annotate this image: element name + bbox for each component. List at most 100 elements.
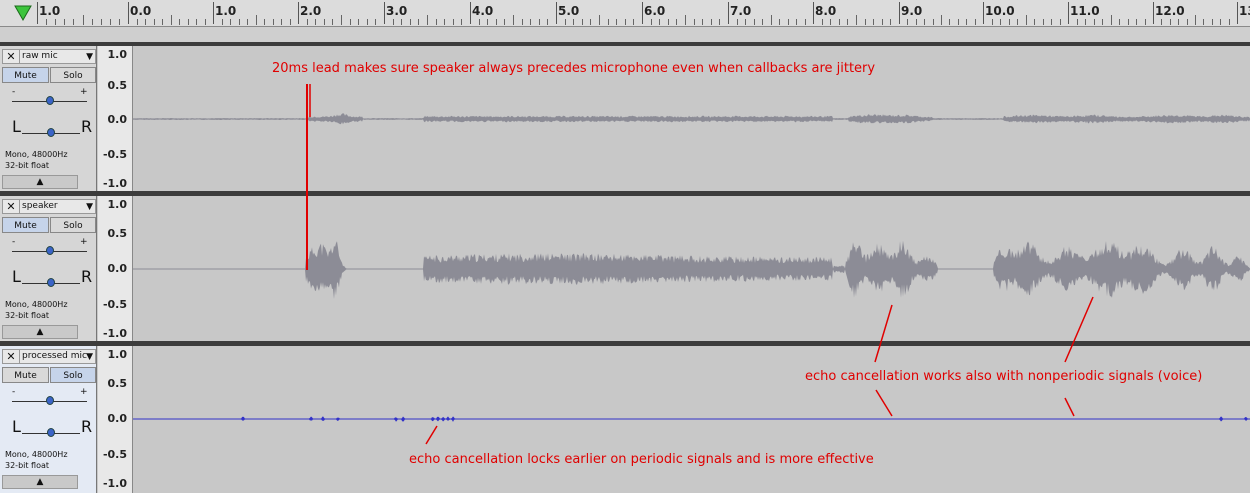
ruler-minor-tick: [659, 19, 660, 25]
ruler-minor-tick: [230, 19, 231, 25]
chevron-down-icon[interactable]: ▼: [86, 202, 93, 212]
ruler-minor-tick: [290, 19, 291, 25]
ruler-minor-tick: [573, 19, 574, 25]
ruler-minor-tick: [264, 19, 265, 25]
ruler-minor-tick: [247, 19, 248, 25]
solo-button[interactable]: Solo: [50, 67, 96, 83]
solo-button[interactable]: Solo: [50, 367, 96, 383]
ruler-minor-tick: [685, 15, 686, 25]
pan-right-label: R: [81, 117, 93, 136]
ruler-minor-tick: [924, 19, 925, 25]
slider-thumb[interactable]: [47, 128, 55, 137]
annotation-voice: echo cancellation works also with nonper…: [805, 369, 1203, 384]
pan-slider[interactable]: [22, 276, 80, 290]
ruler-minor-tick: [324, 19, 325, 25]
chevron-down-icon[interactable]: ▼: [86, 52, 93, 62]
ruler-minor-tick: [73, 19, 74, 25]
gain-slider[interactable]: [12, 94, 87, 108]
ruler-minor-tick: [873, 19, 874, 25]
ruler-minor-tick: [307, 19, 308, 25]
track-info: Mono, 48000Hz 32-bit float: [5, 299, 68, 321]
scale-label: 0.0: [107, 113, 128, 126]
ruler-minor-tick: [1000, 19, 1001, 25]
ruler-minor-tick: [281, 19, 282, 25]
ruler-major-tick: [1068, 2, 1069, 24]
collapse-button[interactable]: ▲: [2, 475, 78, 489]
ruler-minor-tick: [222, 19, 223, 25]
ruler-minor-tick: [1170, 19, 1171, 25]
slider-thumb[interactable]: [47, 278, 55, 287]
ruler-minor-tick: [711, 19, 712, 25]
ruler-minor-tick: [1017, 19, 1018, 25]
annotation-periodic: echo cancellation locks earlier on perio…: [409, 452, 874, 467]
ruler-minor-tick: [1187, 19, 1188, 25]
ruler-tick-label: 1.0: [39, 4, 61, 18]
slider-thumb[interactable]: [46, 396, 54, 405]
ruler-minor-tick: [110, 19, 111, 25]
scale-label: 1.0: [107, 198, 128, 211]
slider-thumb[interactable]: [46, 246, 54, 255]
ruler-minor-tick: [694, 19, 695, 25]
ruler-minor-tick: [154, 19, 155, 25]
track-format: Mono, 48000Hz: [5, 150, 68, 159]
chevron-down-icon[interactable]: ▼: [86, 352, 93, 362]
collapse-button[interactable]: ▲: [2, 325, 78, 339]
ruler-minor-tick: [737, 19, 738, 25]
ruler-tick-label: 11.0: [1070, 4, 1100, 18]
ruler-minor-tick: [933, 19, 934, 25]
ruler-minor-tick: [958, 19, 959, 25]
ruler-minor-tick: [487, 19, 488, 25]
timeline-ruler[interactable]: 1.0 0.0 1.0 2.0 3.0 4.0 5.0 6.0 7.0 8.0 9.0 10.0 11.…: [0, 0, 1250, 27]
track-name-menu[interactable]: processed mic: [22, 351, 87, 361]
ruler-minor-tick: [941, 15, 942, 25]
ruler-ticks: 1.0 0.0 1.0 2.0 3.0 4.0 5.0 6.0 7.0 8.0 9.0 10.0 11.…: [0, 0, 1250, 26]
ruler-major-tick: [213, 2, 214, 24]
ruler-minor-tick: [119, 19, 120, 25]
slider-thumb[interactable]: [46, 96, 54, 105]
gain-slider[interactable]: [12, 394, 87, 408]
close-icon[interactable]: ✕: [3, 200, 20, 213]
ruler-minor-tick: [256, 15, 257, 25]
gain-slider[interactable]: [12, 244, 87, 258]
solo-button[interactable]: Solo: [50, 217, 96, 233]
ruler-minor-tick: [668, 19, 669, 25]
ruler-minor-tick: [882, 19, 883, 25]
ruler-minor-tick: [582, 19, 583, 25]
pan-slider[interactable]: [22, 426, 80, 440]
scale-label: -0.5: [102, 298, 127, 311]
ruler-minor-tick: [341, 15, 342, 25]
ruler-minor-tick: [1119, 19, 1120, 25]
ruler-major-tick: [728, 2, 729, 24]
slider-thumb[interactable]: [47, 428, 55, 437]
ruler-minor-tick: [719, 19, 720, 25]
ruler-major-tick: [983, 2, 984, 24]
track-name-menu[interactable]: raw mic: [22, 51, 58, 61]
ruler-minor-tick: [702, 19, 703, 25]
ruler-minor-tick: [1051, 19, 1052, 25]
ruler-minor-tick: [522, 19, 523, 25]
ruler-minor-tick: [453, 19, 454, 25]
mute-button[interactable]: Mute: [2, 67, 49, 83]
collapse-up-arrow-icon: ▲: [36, 327, 44, 337]
ruler-major-tick: [556, 2, 557, 24]
collapse-button[interactable]: ▲: [2, 175, 78, 189]
track-bitdepth: 32-bit float: [5, 461, 50, 470]
track-name-menu[interactable]: speaker: [22, 201, 58, 211]
mute-button[interactable]: Mute: [2, 217, 49, 233]
ruler-major-tick: [813, 2, 814, 24]
pan-slider[interactable]: [22, 126, 80, 140]
ruler-minor-tick: [530, 19, 531, 25]
ruler-minor-tick: [1220, 19, 1221, 25]
waveform-area[interactable]: [133, 196, 1250, 341]
ruler-minor-tick: [101, 19, 102, 25]
track-format: Mono, 48000Hz: [5, 450, 68, 459]
close-icon[interactable]: ✕: [3, 50, 20, 63]
ruler-minor-tick: [890, 19, 891, 25]
ruler-minor-tick: [1102, 19, 1103, 25]
ruler-minor-tick: [444, 19, 445, 25]
mute-button[interactable]: Mute: [2, 367, 49, 383]
ruler-minor-tick: [1085, 19, 1086, 25]
ruler-minor-tick: [496, 19, 497, 25]
ruler-minor-tick: [188, 19, 189, 25]
close-icon[interactable]: ✕: [3, 350, 20, 363]
